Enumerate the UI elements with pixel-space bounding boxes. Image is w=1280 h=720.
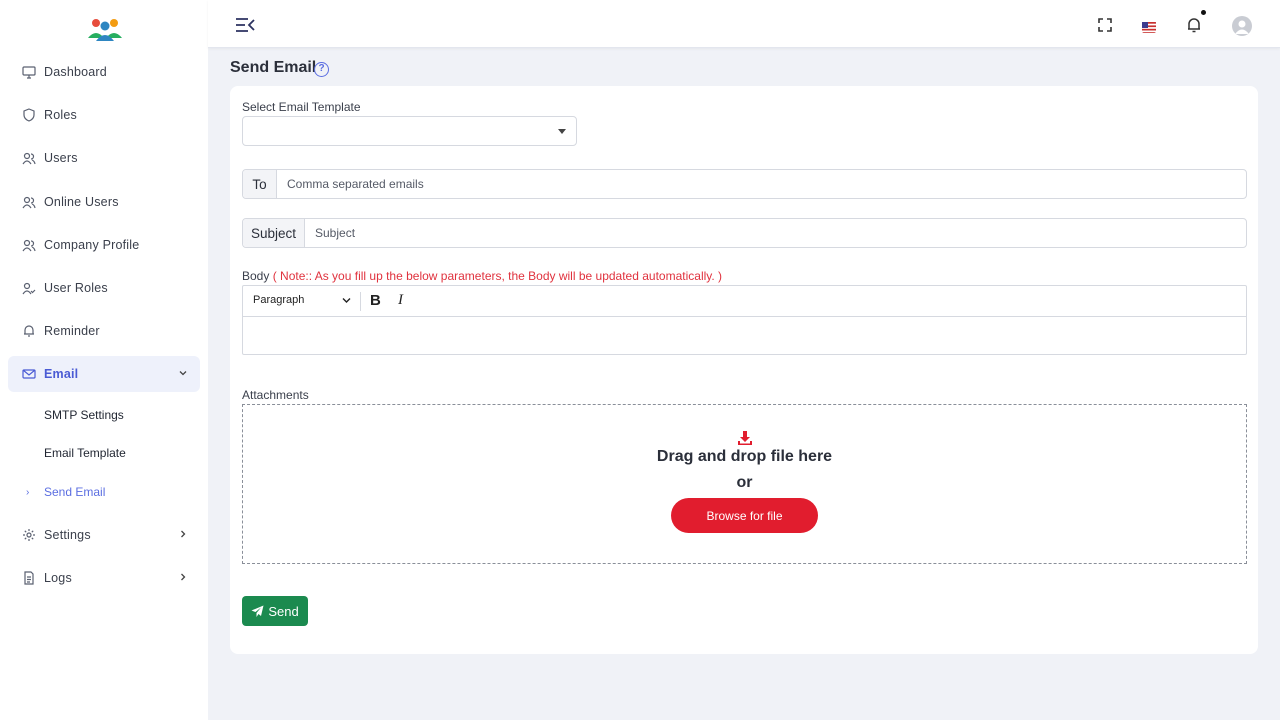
users-icon [22, 238, 36, 252]
page-title: Send Email [230, 59, 317, 76]
chevron-right-icon [181, 573, 186, 581]
sidebar: Dashboard Roles Users Online Users Compa… [0, 0, 208, 720]
sidebar-item-label: Email [44, 367, 79, 382]
sidebar-item-label: Settings [44, 528, 91, 542]
sidebar-item-online-users[interactable]: Online Users [8, 184, 200, 220]
sidebar-subitem-smtp-settings[interactable]: SMTP Settings [8, 396, 200, 435]
sidebar-item-logs[interactable]: Logs [8, 560, 200, 596]
sidebar-item-roles[interactable]: Roles [8, 97, 200, 133]
fullscreen-icon[interactable] [1096, 16, 1114, 34]
chevron-down-icon[interactable] [342, 297, 351, 304]
sidebar-item-label: Company Profile [44, 237, 140, 252]
shield-icon [22, 108, 36, 122]
sidebar-item-label: Dashboard [44, 65, 107, 79]
users-logo-icon[interactable] [86, 16, 124, 42]
sidebar-item-email[interactable]: Email [8, 356, 200, 393]
sidebar-item-reminder[interactable]: Reminder [8, 313, 200, 349]
template-label: Select Email Template [242, 100, 361, 114]
to-addon: To [243, 170, 277, 198]
sidebar-item-users[interactable]: Users [8, 140, 200, 176]
sidebar-item-user-roles[interactable]: User Roles [8, 270, 200, 306]
sidebar-item-label: Roles [44, 108, 77, 123]
body-label-text: Body [242, 269, 270, 283]
body-label: Body ( Note:: As you fill up the below p… [242, 269, 722, 283]
subject-input-group: Subject [242, 218, 1247, 248]
sidebar-item-label: Logs [44, 571, 72, 586]
chevron-right-icon: › [26, 486, 30, 498]
body-note: ( Note:: As you fill up the below parame… [272, 269, 723, 283]
email-template-select[interactable] [242, 116, 577, 146]
subject-addon: Subject [243, 219, 305, 247]
italic-button[interactable]: I [398, 292, 403, 309]
send-email-card: Select Email Template To Subject Body ( … [230, 86, 1258, 654]
bell-icon[interactable] [1185, 16, 1203, 34]
sidebar-subitem-send-email[interactable]: › Send Email [8, 473, 200, 512]
sidebar-item-label: Reminder [44, 324, 100, 339]
top-header [208, 0, 1280, 48]
editor-toolbar: Paragraph B I [243, 286, 1246, 317]
gear-icon [22, 528, 36, 542]
avatar[interactable] [1232, 16, 1252, 36]
paragraph-dropdown[interactable]: Paragraph [253, 294, 304, 306]
sidebar-item-label: User Roles [44, 280, 108, 295]
body-editor: Paragraph B I [242, 285, 1247, 355]
sidebar-subitem-email-template[interactable]: Email Template [8, 434, 200, 473]
sidebar-subitem-label: Send Email [44, 484, 106, 499]
sidebar-item-dashboard[interactable]: Dashboard [8, 54, 200, 90]
menu-collapse-icon[interactable] [234, 16, 256, 34]
chevron-right-icon [181, 530, 186, 538]
sidebar-item-settings[interactable]: Settings [8, 517, 200, 553]
or-text: or [736, 474, 753, 491]
to-input[interactable] [277, 170, 1246, 198]
sidebar-item-company-profile[interactable]: Company Profile [8, 227, 200, 263]
user-check-icon [22, 281, 36, 295]
notification-dot [1201, 10, 1206, 15]
email-subnav: SMTP Settings Email Template › Send Emai… [8, 396, 200, 512]
send-button[interactable]: Send [242, 596, 308, 626]
bell-icon [22, 324, 36, 338]
browse-file-button[interactable]: Browse for file [671, 498, 818, 533]
sidebar-nav: Dashboard Roles Users Online Users Compa… [8, 54, 200, 603]
sidebar-item-label: Users [44, 151, 78, 166]
users-icon [22, 195, 36, 209]
drag-drop-text: Drag and drop file here [656, 448, 833, 465]
to-input-group: To [242, 169, 1247, 199]
bold-button[interactable]: B [370, 292, 381, 309]
caret-down-icon [558, 129, 566, 134]
monitor-icon [22, 65, 36, 79]
users-icon [22, 151, 36, 165]
send-label: Send [268, 603, 299, 619]
help-icon[interactable]: ? [314, 62, 329, 77]
chevron-down-icon [179, 371, 187, 376]
paper-plane-icon [251, 605, 264, 617]
document-icon [22, 571, 36, 585]
mail-icon [22, 367, 36, 381]
sidebar-item-label: Online Users [44, 194, 119, 209]
us-flag-icon[interactable] [1142, 21, 1156, 33]
editor-content-area[interactable] [243, 317, 1246, 354]
attachments-label: Attachments [242, 388, 309, 402]
file-dropzone[interactable]: Drag and drop file here or Browse for fi… [242, 404, 1247, 564]
download-icon [738, 431, 752, 445]
toolbar-divider [360, 292, 361, 311]
subject-input[interactable] [305, 219, 1246, 247]
